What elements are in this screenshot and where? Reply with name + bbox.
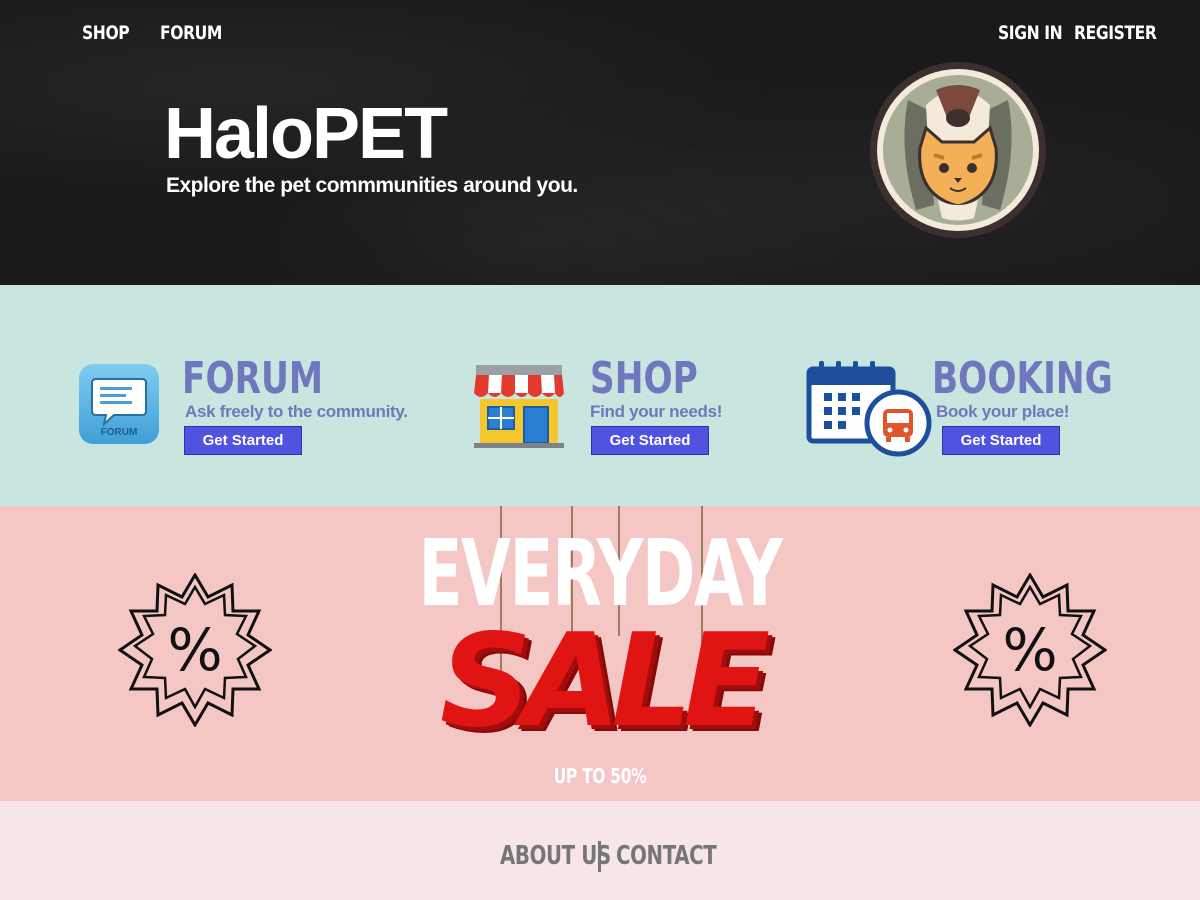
service-shop-description: Find your needs! — [590, 402, 723, 421]
service-shop-title: SHOP — [590, 353, 698, 404]
hero-banner: SHOP FORUM SIGN IN REGISTER HaloPET Expl… — [0, 0, 1200, 285]
sale-banner: % % EVERYDAY SALE UP TO 50% — [0, 506, 1200, 801]
nav-register-link[interactable]: REGISTER — [1074, 22, 1157, 44]
nav-sign-in-link[interactable]: SIGN IN — [998, 22, 1063, 44]
service-forum-title: FORUM — [182, 353, 324, 404]
dog-cat-logo-icon — [870, 62, 1046, 238]
footer-about-link[interactable]: ABOUT US — [500, 841, 611, 871]
brand-tagline: Explore the pet commmunities around you. — [166, 174, 578, 197]
service-forum-description: Ask freely to the community. — [185, 402, 408, 421]
brand-title: HaloPET — [164, 94, 448, 174]
sale-discount-text: UP TO 50% — [553, 764, 647, 788]
storefront-icon — [474, 365, 564, 448]
service-booking-title: BOOKING — [932, 353, 1113, 404]
forum-chat-icon: FORUM — [79, 364, 159, 444]
footer-contact-link[interactable]: CONTACT — [616, 841, 717, 871]
forum-icon-caption: FORUM — [101, 427, 138, 438]
calendar-bus-icon — [806, 361, 932, 457]
shop-get-started-button[interactable]: Get Started — [591, 426, 709, 455]
service-booking-description: Book your place! — [936, 402, 1070, 421]
nav-shop-link[interactable]: SHOP — [82, 22, 130, 44]
nav-forum-link[interactable]: FORUM — [160, 22, 222, 44]
footer-divider — [598, 841, 601, 872]
booking-get-started-button[interactable]: Get Started — [942, 426, 1060, 455]
forum-get-started-button[interactable]: Get Started — [184, 426, 302, 455]
footer: ABOUT US CONTACT — [0, 801, 1200, 900]
sale-word: SALE — [439, 607, 770, 756]
services-section: FORUM FORUM Ask freely to the community.… — [0, 285, 1200, 506]
